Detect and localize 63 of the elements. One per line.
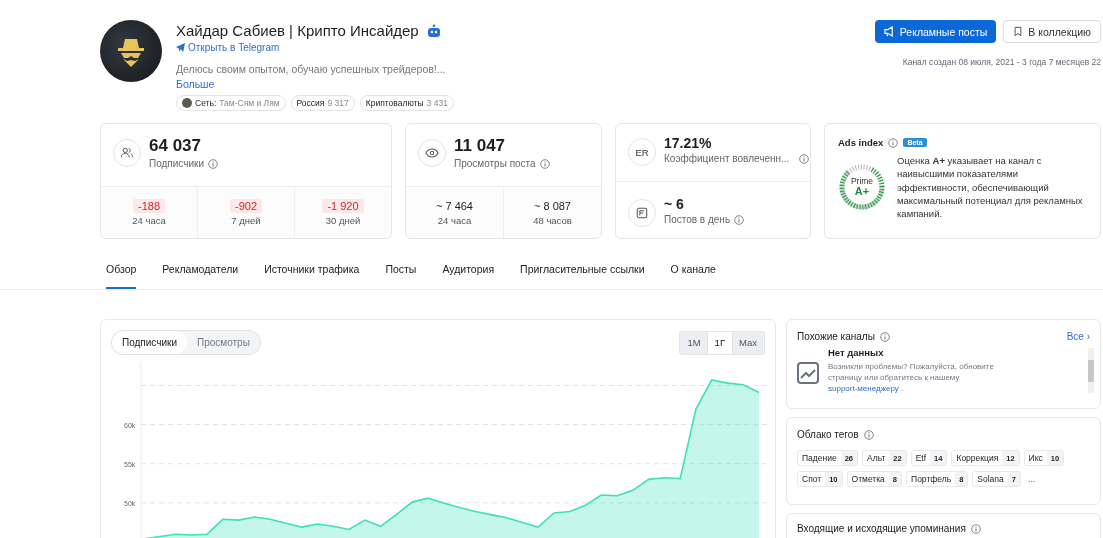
metric-option[interactable]: Подписчики [112, 331, 187, 354]
average-views: ~ 7 464 [435, 199, 474, 213]
er-label: Коэффициент вовлеченн... [664, 153, 790, 164]
see-all-link[interactable]: Все › [1066, 331, 1090, 342]
more-tags: ... [1027, 474, 1036, 484]
more-link[interactable]: Больше [176, 78, 215, 90]
period-label: 24 часа [132, 215, 166, 226]
subscriber-change: -1 920 [322, 199, 364, 213]
info-icon [799, 153, 810, 164]
empty-title: Нет данных [828, 347, 885, 358]
range-option[interactable]: Max [732, 331, 764, 354]
info-icon [208, 158, 218, 169]
info-icon [888, 137, 899, 148]
period-label: 48 часов [533, 215, 572, 226]
megaphone-icon [883, 26, 895, 37]
section-tab[interactable]: Посты [385, 260, 417, 289]
period-label: 30 дней [325, 215, 361, 226]
section-tab[interactable]: Пригласительные ссылки [520, 260, 645, 289]
ad-posts-button[interactable]: Рекламные посты [874, 20, 997, 43]
panel-title: Облако тегов [797, 429, 859, 440]
posts-per-day-label: Постов в день [664, 214, 731, 225]
range-option[interactable]: 1Г [707, 331, 733, 354]
metric-option[interactable]: Просмотры [187, 331, 260, 354]
subscriber-count: 64 037 [149, 136, 202, 156]
scrollbar[interactable] [1088, 348, 1094, 394]
range-option[interactable]: 1M [680, 331, 708, 354]
views-count: 11 047 [454, 136, 507, 156]
send-icon [176, 43, 185, 52]
info-icon [970, 523, 981, 534]
section-tab[interactable]: О канале [670, 260, 716, 289]
er-value: 17.21% [664, 135, 713, 151]
subscriber-change: -902 [230, 199, 262, 213]
channel-title: Хайдар Сабиев | Крипто Инсайдер [176, 22, 419, 39]
section-tab[interactable]: Аудитория [442, 260, 495, 289]
panel-title: Входящие и исходящие упоминания [797, 523, 966, 534]
ads-index-title: Ads index [838, 137, 884, 148]
empty-message: Возникли проблемы? Пожалуйста, обновите страницу или обратитесь к нашему support-менеджеру . [828, 361, 995, 395]
info-icon [539, 158, 550, 169]
views-label: Просмотры поста [454, 158, 536, 169]
section-tab[interactable]: Рекламодатели [162, 260, 239, 289]
period-label: 24 часа [437, 215, 472, 226]
grade-value: A+ [854, 185, 870, 198]
open-telegram-link[interactable]: Открыть в Telegram [176, 42, 280, 53]
info-icon [863, 429, 874, 440]
support-link[interactable]: support-менеджеру [828, 384, 899, 394]
add-to-collection-button[interactable]: В коллекцию [1003, 20, 1101, 43]
section-tab[interactable]: Обзор [106, 260, 137, 289]
info-icon [734, 214, 745, 225]
subscribers-label: Подписчики [149, 158, 204, 169]
average-views: ~ 8 087 [533, 199, 572, 213]
posts-per-day-value: ~ 6 [664, 196, 685, 212]
section-tab[interactable]: Источники трафика [264, 260, 360, 289]
info-icon [879, 331, 890, 342]
ads-index-description: Оценка A+ указывает на канал с наивысшими показателями эффективности, обеспечивающий максимальный потенциал для рекламных кампаний. [897, 154, 1084, 221]
network-avatar-icon [182, 98, 192, 108]
chart-icon [797, 361, 819, 384]
channel-description: Делюсь своим опытом, обучаю успешных трейдеров!... [176, 63, 447, 75]
grade-label: Prime [850, 177, 874, 186]
panel-title: Похожие каналы [797, 331, 875, 342]
period-label: 7 дней [231, 215, 261, 226]
bookmark-icon [1013, 26, 1024, 37]
subscriber-change: -188 [133, 199, 165, 213]
channel-created-date: Канал создан 08 июля, 2021 - 3 года 7 месяцев 22 [902, 57, 1101, 67]
